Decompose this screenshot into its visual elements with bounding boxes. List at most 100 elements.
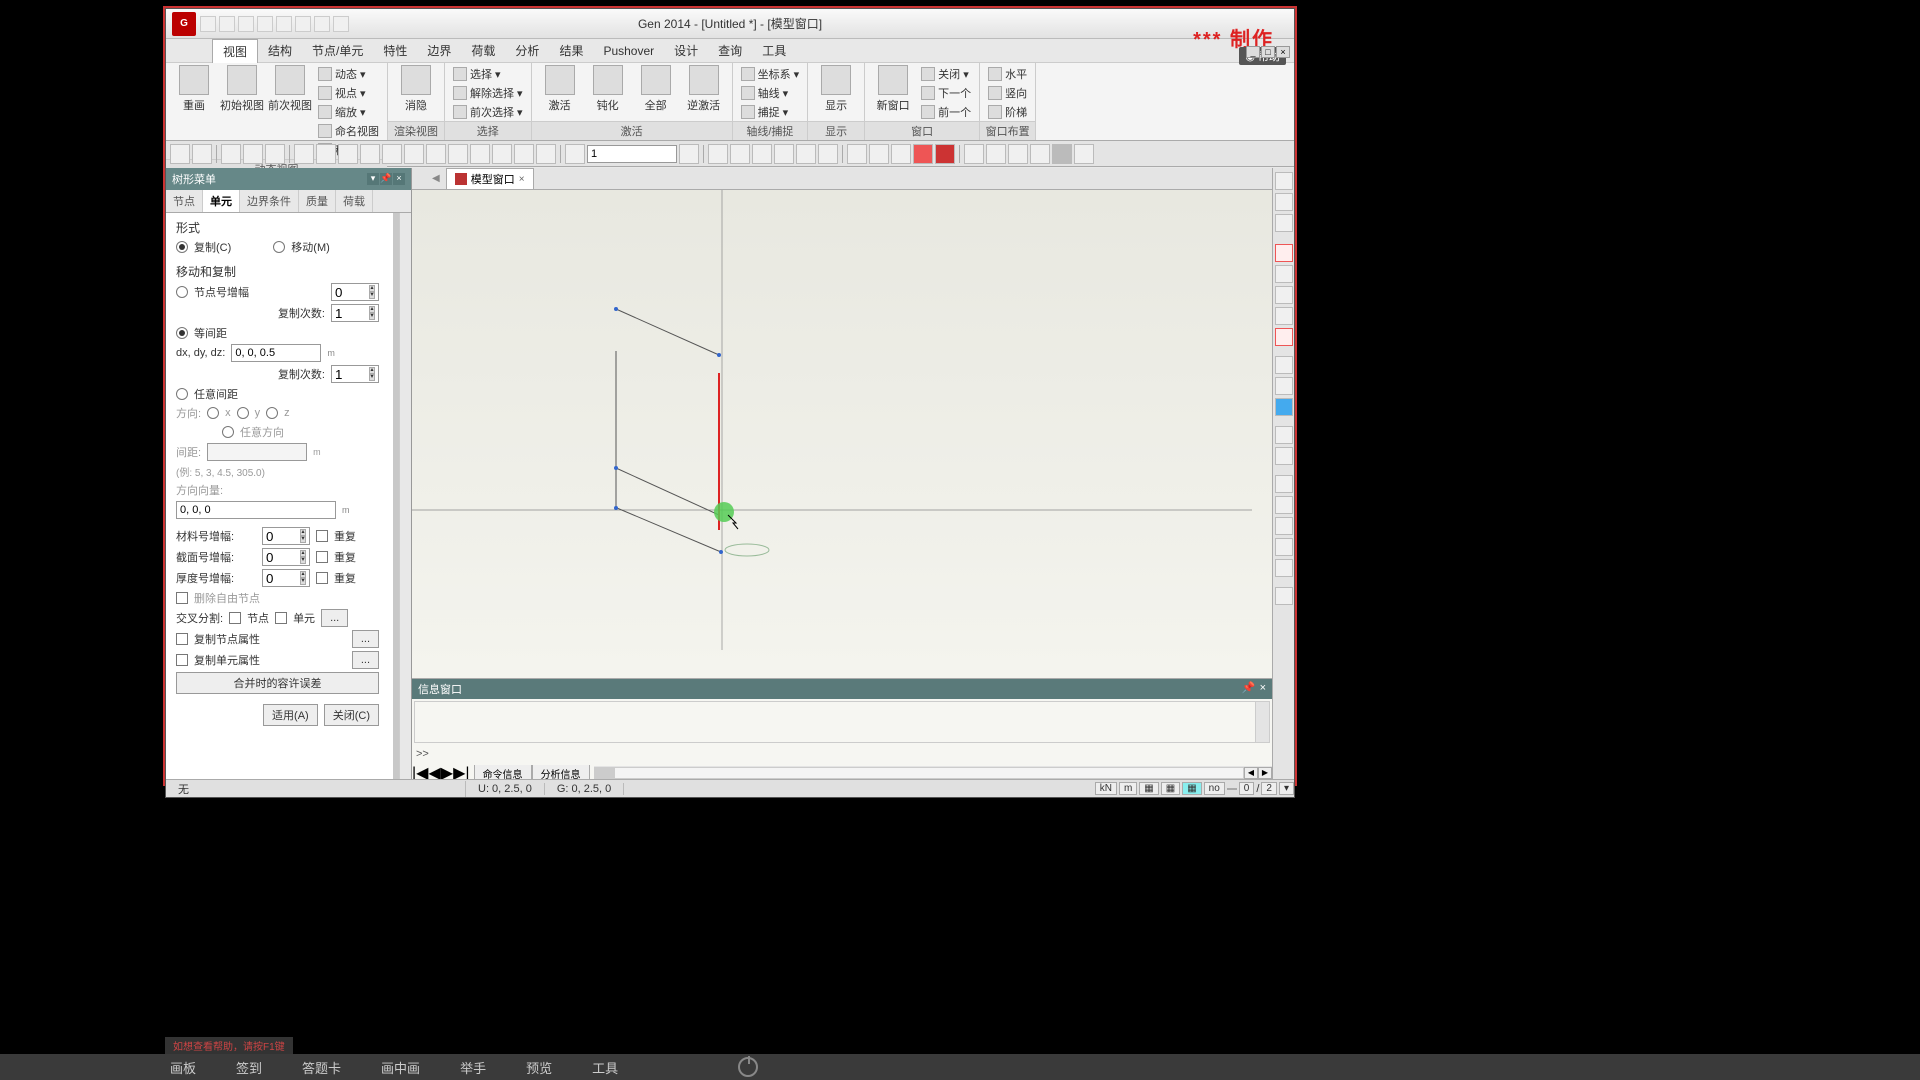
host-工具[interactable]: 工具 [592,1058,618,1077]
host-答题卡[interactable]: 答题卡 [302,1058,341,1077]
vtool-icon[interactable] [1275,244,1293,262]
ribbon-显示[interactable]: 显示 [814,65,858,113]
qat-save-icon[interactable] [238,16,254,32]
ribbon-动态 ▾[interactable]: 动态 ▾ [316,65,381,83]
menu-特性[interactable]: 特性 [373,39,417,62]
status-btn[interactable]: ▦ [1161,782,1180,795]
move-radio[interactable] [273,241,285,253]
tool-icon[interactable] [1052,144,1072,164]
zoom-window-icon[interactable] [1275,356,1293,374]
command-input[interactable] [587,145,677,163]
copy-radio[interactable] [176,241,188,253]
pin-icon[interactable]: 📌 [1242,682,1256,694]
camera-icon[interactable] [1275,426,1293,444]
sec-repeat-check[interactable] [316,551,328,563]
thk-incr-spinner[interactable]: ▴▾ [262,569,310,587]
ribbon-消隐[interactable]: 消隐 [394,65,438,113]
mat-repeat-check[interactable] [316,530,328,542]
ribbon-钝化[interactable]: 钝化 [586,65,630,113]
ribbon-解除选择 ▾[interactable]: 解除选择 ▾ [451,84,525,102]
vtool-icon[interactable] [1275,559,1293,577]
qat-new-icon[interactable] [200,16,216,32]
info-scrollbar[interactable] [1255,702,1269,742]
ribbon-全部[interactable]: 全部 [634,65,678,113]
zoom-out-icon[interactable] [1275,307,1293,325]
pointer-icon[interactable] [565,144,585,164]
cross-node-check[interactable] [229,612,241,624]
menu-结构[interactable]: 结构 [258,39,302,62]
power-icon[interactable] [738,1057,758,1077]
qat-undo-icon[interactable] [276,16,292,32]
ribbon-阶梯[interactable]: 阶梯 [986,103,1029,121]
pin-icon[interactable]: 📌 [380,173,392,185]
menu-节点/单元[interactable]: 节点/单元 [302,39,373,62]
tool-icon[interactable] [964,144,984,164]
panel-tab-单元[interactable]: 单元 [203,190,240,212]
undo-icon[interactable] [170,144,190,164]
close-icon[interactable]: × [393,173,405,185]
tool-icon[interactable] [774,144,794,164]
model-viewport[interactable] [412,190,1272,678]
host-画板[interactable]: 画板 [170,1058,196,1077]
elem-attr-more-button[interactable]: ... [352,651,379,669]
ribbon-重画[interactable]: 重画 [172,65,216,113]
unit-force[interactable]: kN [1095,782,1117,795]
ribbon-下一个[interactable]: 下一个 [919,84,973,102]
host-签到[interactable]: 签到 [236,1058,262,1077]
tool-icon[interactable] [752,144,772,164]
dropdown-icon[interactable] [679,144,699,164]
sec-incr-spinner[interactable]: ▴▾ [262,548,310,566]
close-icon[interactable]: × [1260,682,1266,694]
ribbon-前次选择 ▾[interactable]: 前次选择 ▾ [451,103,525,121]
vtool-icon[interactable] [1275,475,1293,493]
copy-times-spinner[interactable]: ▴▾ [331,304,379,322]
vtool-icon[interactable] [1275,587,1293,605]
unit-length[interactable]: m [1119,782,1137,795]
panel-tab-边界条件[interactable]: 边界条件 [240,190,299,212]
vtool-icon[interactable] [1275,193,1293,211]
ribbon-新窗口[interactable]: 新窗口 [871,65,915,113]
vtool-icon[interactable] [1275,517,1293,535]
menu-边界[interactable]: 边界 [417,39,461,62]
copy-elem-attr-check[interactable] [176,654,188,666]
pin-icon[interactable]: ▾ [367,173,379,185]
ribbon-命名视图[interactable]: 命名视图 [316,122,381,140]
tool-icon[interactable] [360,144,380,164]
vtool-icon[interactable] [1275,328,1293,346]
ribbon-前一个[interactable]: 前一个 [919,103,973,121]
status-btn[interactable]: 2 [1261,782,1277,795]
copy-node-attr-check[interactable] [176,633,188,645]
status-btn[interactable] [1227,788,1237,790]
select-circle-icon[interactable] [338,144,358,164]
tool-icon[interactable] [730,144,750,164]
zoom-in-icon[interactable] [1275,265,1293,283]
mdi-minimize-icon[interactable]: _ [1246,46,1260,58]
tool-icon[interactable] [891,144,911,164]
cross-elem-check[interactable] [275,612,287,624]
pan-icon[interactable] [1275,398,1293,416]
ribbon-激活[interactable]: 激活 [538,65,582,113]
tool-icon[interactable] [470,144,490,164]
host-画中画[interactable]: 画中画 [381,1058,420,1077]
tool-icon[interactable] [448,144,468,164]
tool-icon[interactable] [1008,144,1028,164]
menu-查询[interactable]: 查询 [708,39,752,62]
doc-tab-model[interactable]: 模型窗口 × [446,168,534,189]
qat-dropdown-icon[interactable] [333,16,349,32]
hscroll-right-icon[interactable]: ▶ [1258,767,1272,779]
apply-button[interactable]: 适用(A) [263,704,318,726]
ribbon-竖向[interactable]: 竖向 [986,84,1029,102]
node-incr-radio[interactable] [176,286,188,298]
mdi-restore-icon[interactable]: □ [1261,46,1275,58]
qat-open-icon[interactable] [219,16,235,32]
node-incr-spinner[interactable]: ▴▾ [331,283,379,301]
merge-tol-button[interactable]: 合并时的容许误差 [176,672,379,694]
tool-icon[interactable] [818,144,838,164]
tool-icon[interactable] [492,144,512,164]
menu-Pushover[interactable]: Pushover [593,41,664,61]
tool-icon[interactable] [514,144,534,164]
redo-icon[interactable] [192,144,212,164]
tool-icon[interactable] [869,144,889,164]
hscroll-left-icon[interactable]: ◀ [1244,767,1258,779]
tool-icon[interactable] [935,144,955,164]
